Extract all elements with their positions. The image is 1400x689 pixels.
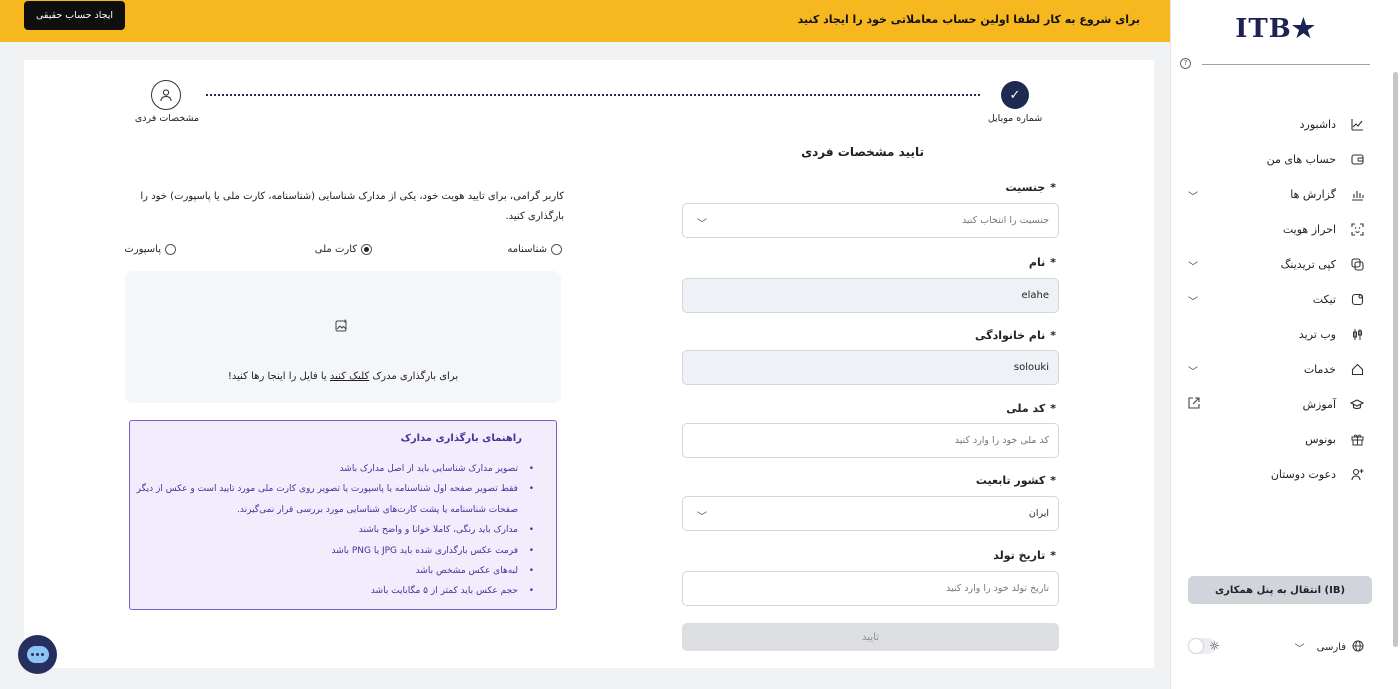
sidebar-item-kyc[interactable]: احراز هویت — [1188, 212, 1364, 247]
guide-item: فرمت عکس بارگذاری شده باید JPG یا PNG با… — [134, 541, 534, 562]
gender-select[interactable]: جنسیت را انتخاب کنید ﹀ — [682, 203, 1059, 238]
sun-icon: ☼ — [1209, 639, 1220, 653]
chat-icon — [26, 646, 49, 663]
upload-dropzone[interactable]: برای بارگذاری مدرک کلیک کنید یا فایل را … — [125, 271, 561, 403]
globe-icon — [1352, 640, 1364, 655]
services-icon — [1350, 363, 1364, 377]
last-name-label: *نام خانوادگی — [975, 329, 1056, 342]
sidebar: ITB★ ? داشبورد حساب های من ﹀ گزارش ها اح… — [1170, 0, 1400, 689]
click-upload-link[interactable]: کلیک کنید — [330, 371, 369, 382]
gender-label: *جنسیت — [1005, 181, 1056, 194]
settings-row: ﹀ فارسی ☼ — [1188, 636, 1364, 658]
country-select[interactable]: ایران ﹀ — [682, 496, 1059, 531]
webtrade-icon — [1350, 328, 1364, 342]
radio-birth-certificate[interactable]: شناسنامه — [507, 244, 562, 255]
ticket-icon — [1350, 293, 1364, 307]
sidebar-scrollbar[interactable] — [1393, 72, 1398, 647]
country-label: *کشور تابعیت — [975, 474, 1056, 487]
chevron-down-icon: ﹀ — [697, 512, 707, 523]
chevron-down-icon: ﹀ — [1188, 297, 1198, 308]
guide-item: فقط تصویر صفحه اول شناسنامه یا پاسپورت ی… — [134, 479, 534, 520]
step-personal-label: مشخصات فردی — [134, 113, 200, 124]
step-personal-user-icon — [151, 80, 181, 110]
radio-national-card[interactable]: کارت ملی — [315, 244, 372, 255]
radio-dot-selected[interactable] — [361, 244, 372, 255]
guide-item: تصویر مدارک شناسایی باید از اصل مدارک با… — [134, 459, 534, 480]
chevron-down-icon: ﹀ — [697, 219, 707, 230]
help-icon[interactable]: ? — [1180, 58, 1191, 69]
sidebar-item-my-accounts[interactable]: حساب های من — [1188, 142, 1364, 177]
itb-logo[interactable]: ITB★ — [1235, 14, 1316, 44]
sidebar-nav: داشبورد حساب های من ﹀ گزارش ها احراز هوی… — [1188, 107, 1364, 492]
main-card: ✓ شماره موبایل مشخصات فردی تایید مشخصات … — [24, 60, 1154, 668]
radio-dot[interactable] — [551, 244, 562, 255]
birthdate-input[interactable]: تاریخ تولد خود را وارد کنید — [682, 571, 1059, 606]
form-title: تایید مشخصات فردی — [801, 145, 924, 159]
upload-guide-box: راهنمای بارگذاری مدارک تصویر مدارک شناسا… — [129, 420, 557, 610]
chevron-down-icon: ﹀ — [1294, 644, 1305, 655]
national-code-label: *کد ملی — [1006, 402, 1056, 415]
help-row: ? — [1180, 58, 1370, 70]
guide-item: لبه‌های عکس مشخص باشد — [134, 561, 534, 582]
upload-intro: کاربر گرامی، برای تایید هویت خود، یکی از… — [140, 191, 564, 222]
first-name-input[interactable]: elahe — [682, 278, 1059, 313]
wallet-icon — [1350, 153, 1364, 167]
divider — [1202, 64, 1370, 65]
radio-dot[interactable] — [165, 244, 176, 255]
chart-icon — [1350, 188, 1364, 202]
external-link-icon — [1188, 397, 1200, 412]
sidebar-item-reports[interactable]: ﹀ گزارش ها — [1188, 177, 1364, 212]
chevron-down-icon: ﹀ — [1188, 192, 1198, 203]
document-type-radios: شناسنامه کارت ملی پاسپورت — [124, 244, 562, 260]
theme-toggle[interactable]: ☼ — [1188, 638, 1220, 654]
stepper-line — [206, 94, 980, 96]
gift-icon — [1350, 433, 1364, 447]
language-selector[interactable]: ﹀ فارسی — [1295, 640, 1364, 655]
chat-support-button[interactable] — [18, 635, 57, 674]
first-name-label: *نام — [1028, 256, 1056, 269]
sidebar-item-copy-trading[interactable]: ﹀ کپی تریدینگ — [1188, 247, 1364, 282]
chevron-down-icon: ﹀ — [1188, 262, 1198, 273]
national-code-input[interactable]: کد ملی خود را وارد کنید — [682, 423, 1059, 458]
face-scan-icon — [1350, 223, 1364, 237]
invite-icon — [1350, 468, 1364, 482]
sidebar-item-dashboard[interactable]: داشبورد — [1188, 107, 1364, 142]
dashboard-icon — [1350, 118, 1364, 132]
top-banner: برای شروع به کار لطفا اولین حساب معاملات… — [0, 0, 1170, 42]
sidebar-item-services[interactable]: ﹀ خدمات — [1188, 352, 1364, 387]
guide-list: تصویر مدارک شناسایی باید از اصل مدارک با… — [134, 459, 534, 602]
guide-item: حجم عکس باید کمتر از ۵ مگابایت باشد — [134, 581, 534, 602]
step-mobile-label: شماره موبایل — [987, 113, 1043, 124]
radio-passport[interactable]: پاسپورت — [124, 244, 176, 255]
education-icon — [1350, 398, 1364, 412]
upload-instructions: برای بارگذاری مدرک کلیک کنید یا فایل را … — [227, 371, 459, 382]
submit-button[interactable]: تایید — [682, 623, 1059, 651]
toggle-knob — [1189, 639, 1203, 653]
chevron-down-icon: ﹀ — [1188, 367, 1198, 378]
star-icon: ★ — [1291, 14, 1316, 44]
sidebar-item-ticket[interactable]: ﹀ تیکت — [1188, 282, 1364, 317]
create-real-account-button[interactable]: ایجاد حساب حقیقی — [24, 1, 125, 30]
ib-panel-button[interactable]: انتقال به پنل همکاری (IB) — [1188, 576, 1372, 604]
image-upload-icon — [335, 319, 348, 336]
copy-trading-icon — [1350, 258, 1364, 272]
sidebar-item-education[interactable]: آموزش — [1188, 387, 1364, 422]
sidebar-item-invite-friends[interactable]: دعوت دوستان — [1188, 457, 1364, 492]
sidebar-item-bonus[interactable]: بونوس — [1188, 422, 1364, 457]
banner-message: برای شروع به کار لطفا اولین حساب معاملات… — [797, 13, 1140, 26]
guide-item: مدارک باید رنگی، کاملا خوانا و واضح باشن… — [134, 520, 534, 541]
birthdate-label: *تاریخ تولد — [993, 549, 1056, 562]
last-name-input[interactable]: solouki — [682, 350, 1059, 385]
guide-title: راهنمای بارگذاری مدارک — [400, 433, 522, 444]
step-mobile-check-icon: ✓ — [1001, 81, 1029, 109]
sidebar-item-webtrade[interactable]: وب ترید — [1188, 317, 1364, 352]
